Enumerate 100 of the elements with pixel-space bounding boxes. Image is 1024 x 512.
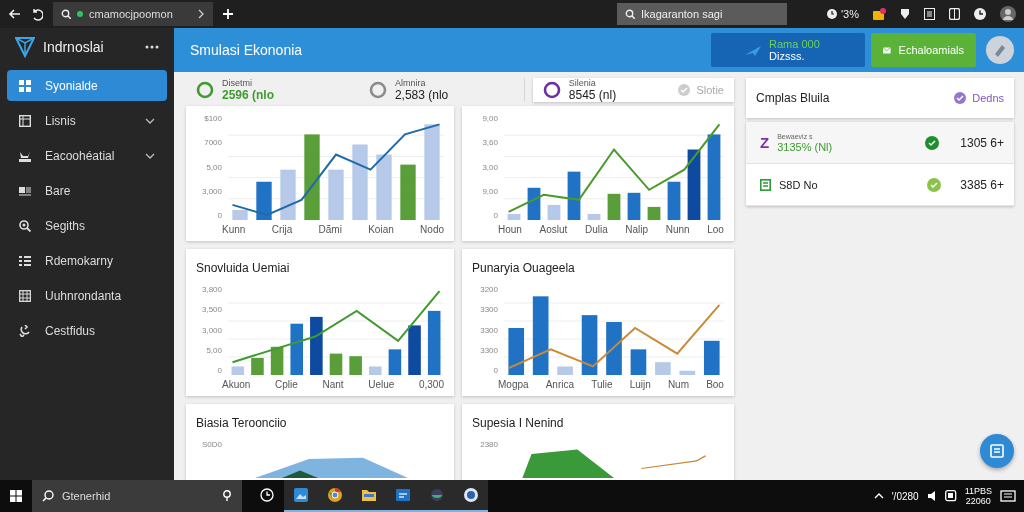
folder-icon[interactable] [361, 487, 377, 503]
more-menu-icon[interactable] [145, 45, 159, 49]
new-tab-icon[interactable] [223, 9, 233, 19]
check-icon [925, 135, 940, 150]
orb-app-icon[interactable] [429, 487, 445, 503]
chart-bar [679, 370, 696, 375]
chevron-down-icon [145, 117, 155, 124]
item-value: 3135% (Nl) [777, 140, 834, 153]
task-view-icon[interactable] [260, 488, 274, 502]
axis-label: S0D0 [201, 440, 222, 449]
axis-label: Anrica [545, 379, 575, 390]
sidebar-item[interactable]: Rdemokarny [7, 245, 167, 276]
ring-icon [368, 81, 387, 99]
chart-bar [667, 181, 681, 220]
notification-icon[interactable] [873, 8, 886, 20]
axis-label: Num [667, 379, 689, 390]
address-field[interactable]: Ikagaranton sagi [641, 8, 771, 20]
sidebar-item[interactable]: Eacoohéatial [7, 140, 167, 171]
item-amount: 3385 6+ [960, 177, 1004, 192]
axis-label: 0 [492, 211, 498, 220]
reload-icon[interactable] [31, 7, 43, 21]
axis-label: 0 [492, 366, 498, 375]
monitor-app-icon[interactable] [395, 487, 411, 503]
stat-value: 2,583 (nlo [394, 88, 449, 102]
taskbar-search-box[interactable]: Gtenerhid [32, 480, 242, 512]
sidebar-item[interactable]: Lisnis [7, 105, 167, 136]
chart-bar [349, 356, 362, 375]
chart-bar [400, 164, 416, 220]
axis-label: Tulie [591, 379, 613, 390]
axis-label: 3,60 [481, 138, 498, 148]
primary-button[interactable]: Rama 000 Dizsss. [711, 33, 865, 67]
chart-title: Supesia I Nenind [472, 416, 565, 430]
check-icon [927, 177, 941, 192]
axis-label: Koian [368, 224, 394, 235]
chart-bar [507, 213, 521, 220]
chart-bar [310, 316, 323, 375]
axis-label: 7000 [203, 138, 222, 148]
axis-label: Aoslut [539, 224, 568, 235]
browser-tab[interactable]: cmamocjpoomon [53, 2, 213, 26]
axis-label: Luijn [629, 379, 651, 390]
chart-bar [280, 169, 296, 220]
clock-icon [827, 9, 837, 19]
book-icon[interactable] [949, 8, 960, 20]
axis-label: 3,000 [200, 325, 222, 335]
notification-center-icon[interactable] [1000, 489, 1016, 503]
tray-status-text: '/0280 [891, 490, 919, 502]
item-amount: 1305 6+ [960, 135, 1004, 150]
chart-bar [256, 181, 272, 220]
windows-start-icon[interactable] [10, 490, 22, 502]
ring-icon [196, 81, 214, 99]
axis-label: 3300 [479, 325, 498, 335]
axis-label: Mogpa [498, 379, 529, 390]
chart-bar [557, 366, 573, 375]
shield-app-icon[interactable] [463, 487, 479, 503]
stat-value: 2596 (nlo [222, 88, 275, 102]
axis-label: 3300 [479, 345, 498, 355]
chart-bar [647, 206, 661, 220]
axis-label: 3,800 [200, 285, 222, 294]
battery-icon[interactable] [944, 490, 957, 502]
chart-bar [547, 204, 561, 220]
browser-icon[interactable] [327, 487, 343, 503]
search-icon [61, 9, 71, 19]
ring-icon [542, 81, 561, 99]
clock-icon[interactable] [974, 8, 986, 20]
axis-label: 9,00 [481, 186, 498, 196]
sidebar-item[interactable]: Bare [7, 175, 167, 206]
item-icon-letter: Z [760, 134, 770, 151]
chevron-right-icon [197, 9, 205, 19]
bowl-icon [19, 149, 31, 162]
axis-label: Dãmi [318, 224, 342, 235]
address-bar[interactable]: Ikagaranton sagi [617, 3, 787, 25]
shield-icon[interactable] [900, 8, 910, 20]
microphone-icon [222, 490, 232, 502]
notes-icon [990, 444, 1004, 458]
taskbar-search-field[interactable]: Gtenerhid [62, 490, 212, 502]
sidebar-item[interactable]: Segiths [7, 210, 167, 241]
chevron-down-icon [145, 152, 155, 159]
sidebar-item[interactable]: Syonialde [7, 70, 167, 101]
card-icon [19, 184, 31, 197]
summary-action[interactable]: Dedns [954, 92, 1004, 104]
zoom-level: '3% [841, 8, 859, 20]
chart-title: Biasia Teroonciio [196, 416, 288, 430]
chevron-up-icon[interactable] [873, 492, 884, 500]
list-item[interactable]: S8D No 3385 6+ [746, 164, 1014, 206]
chart-bar [607, 193, 621, 220]
floating-action-button[interactable] [980, 434, 1014, 468]
logo-icon [15, 36, 35, 58]
page-title: Smulasi Ekononia [190, 42, 303, 58]
taskbar-clock[interactable]: 11PBS 22060 [964, 486, 992, 506]
chart-title: Punaryia Ouageela [472, 261, 576, 275]
back-icon[interactable] [8, 8, 21, 20]
chart-bar [231, 366, 245, 375]
plane-icon [745, 43, 761, 57]
speaker-icon[interactable] [926, 490, 937, 502]
chart-title: Snovluida Uemiai [196, 261, 291, 275]
sidebar-item[interactable]: Cestfidus [7, 315, 167, 346]
chart-bar [606, 322, 622, 375]
sidebar-item[interactable]: Uuhnrondanta [7, 280, 167, 311]
refresh-icon [19, 324, 31, 337]
photos-app-icon[interactable] [293, 487, 309, 503]
